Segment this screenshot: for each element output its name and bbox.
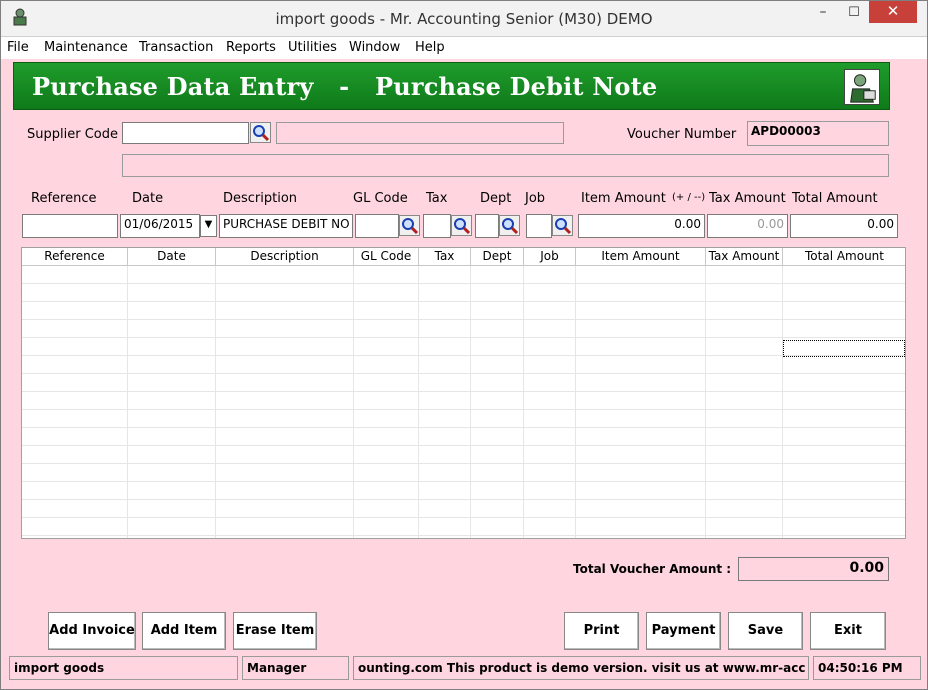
date-input[interactable]: 01/06/2015 [120, 214, 200, 238]
dept-input[interactable] [475, 214, 499, 238]
title-bar: import goods - Mr. Accounting Senior (M3… [1, 1, 927, 37]
table-row[interactable] [22, 266, 905, 284]
menu-window[interactable]: Window [349, 40, 400, 55]
add-item-button[interactable]: Add Item [142, 612, 226, 650]
item-amount-input[interactable]: 0.00 [578, 214, 705, 238]
table-row[interactable] [22, 482, 905, 500]
search-icon [454, 218, 471, 235]
table-row[interactable] [22, 284, 905, 302]
close-button[interactable]: ✕ [869, 1, 917, 23]
grid-header-date[interactable]: Date [128, 248, 216, 266]
status-time: 04:50:16 PM [813, 656, 921, 680]
total-voucher-amount-label: Total Voucher Amount : [573, 562, 732, 576]
voucher-number-label: Voucher Number [627, 127, 737, 142]
table-row[interactable] [22, 320, 905, 338]
table-row[interactable] [22, 374, 905, 392]
total-amount-label: Total Amount [792, 191, 878, 206]
status-message: ounting.com This product is demo version… [353, 656, 809, 680]
supplier-name-field [276, 122, 564, 144]
grid-header-reference[interactable]: Reference [22, 248, 128, 266]
job-label: Job [525, 191, 546, 206]
description-input[interactable]: PURCHASE DEBIT NO [219, 214, 353, 238]
tax-label: Tax [426, 191, 448, 206]
grid-header-dept[interactable]: Dept [471, 248, 524, 266]
table-row[interactable] [22, 302, 905, 320]
total-voucher-amount-field: 0.00 [738, 557, 889, 581]
date-label: Date [132, 191, 164, 206]
grid-header-item-amount[interactable]: Item Amount [576, 248, 706, 266]
menu-help[interactable]: Help [415, 40, 445, 55]
table-row[interactable] [22, 518, 905, 536]
status-company: import goods [9, 656, 238, 680]
menu-bar: File Maintenance Transaction Reports Uti… [1, 37, 927, 59]
save-button[interactable]: Save [728, 612, 803, 650]
tax-input[interactable] [423, 214, 451, 238]
grid-header-tax-amount[interactable]: Tax Amount [706, 248, 783, 266]
supplier-lookup-button[interactable] [250, 122, 271, 143]
erase-item-button[interactable]: Erase Item [233, 612, 317, 650]
add-invoice-button[interactable]: Add Invoice [48, 612, 136, 650]
date-dropdown-button[interactable]: ▼ [200, 215, 217, 237]
table-row[interactable] [22, 338, 905, 356]
dept-label: Dept [480, 191, 512, 206]
grid-header-gl-code[interactable]: GL Code [354, 248, 419, 266]
items-grid[interactable]: Reference Date Description GL Code Tax D… [21, 247, 906, 539]
gl-code-lookup-button[interactable] [399, 215, 420, 236]
table-row[interactable] [22, 392, 905, 410]
grid-header-description[interactable]: Description [216, 248, 354, 266]
reference-input[interactable] [22, 214, 118, 238]
form-title: Purchase Data Entry - Purchase Debit Not… [32, 72, 658, 101]
voucher-number-field: APD00003 [747, 121, 889, 146]
plus-minus-label: (+ / --) [672, 192, 706, 203]
accountant-logo-icon [844, 69, 880, 105]
menu-utilities[interactable]: Utilities [288, 40, 337, 55]
chevron-down-icon: ▼ [204, 219, 213, 230]
reference-label: Reference [31, 191, 97, 206]
job-lookup-button[interactable] [552, 215, 573, 236]
grid-focus-cell[interactable] [783, 340, 905, 357]
form-header: Purchase Data Entry - Purchase Debit Not… [13, 62, 890, 110]
supplier-code-input[interactable] [122, 122, 249, 144]
description-label: Description [223, 191, 298, 206]
payment-button[interactable]: Payment [646, 612, 721, 650]
grid-header-total-amount[interactable]: Total Amount [783, 248, 905, 266]
table-row[interactable] [22, 428, 905, 446]
grid-header-job[interactable]: Job [524, 248, 576, 266]
search-icon [555, 218, 572, 235]
maximize-button[interactable]: ☐ [839, 3, 869, 25]
job-input[interactable] [526, 214, 552, 238]
supplier-code-label: Supplier Code [27, 127, 118, 142]
tax-amount-label: Tax Amount [709, 191, 786, 206]
app-window: import goods - Mr. Accounting Senior (M3… [0, 0, 928, 690]
supplier-address-field [122, 154, 889, 177]
print-button[interactable]: Print [564, 612, 639, 650]
tax-amount-input: 0.00 [707, 214, 788, 238]
menu-transaction[interactable]: Transaction [139, 40, 213, 55]
table-row[interactable] [22, 356, 905, 374]
search-icon [253, 125, 270, 142]
menu-file[interactable]: File [7, 40, 29, 55]
gl-code-input[interactable] [355, 214, 399, 238]
grid-header-tax[interactable]: Tax [419, 248, 471, 266]
item-amount-label: Item Amount [581, 191, 666, 206]
menu-maintenance[interactable]: Maintenance [44, 40, 128, 55]
table-row[interactable] [22, 500, 905, 518]
exit-button[interactable]: Exit [810, 612, 886, 650]
search-icon [502, 218, 519, 235]
dept-lookup-button[interactable] [499, 215, 520, 236]
status-user: Manager [242, 656, 349, 680]
menu-reports[interactable]: Reports [226, 40, 276, 55]
gl-code-label: GL Code [353, 191, 408, 206]
status-bar: import goods Manager ounting.com This pr… [1, 656, 927, 689]
search-icon [402, 218, 419, 235]
table-row[interactable] [22, 446, 905, 464]
table-row[interactable] [22, 464, 905, 482]
total-amount-input[interactable]: 0.00 [790, 214, 898, 238]
minimize-button[interactable]: – [808, 3, 838, 25]
table-row[interactable] [22, 410, 905, 428]
window-title: import goods - Mr. Accounting Senior (M3… [275, 10, 653, 28]
tax-lookup-button[interactable] [451, 215, 472, 236]
